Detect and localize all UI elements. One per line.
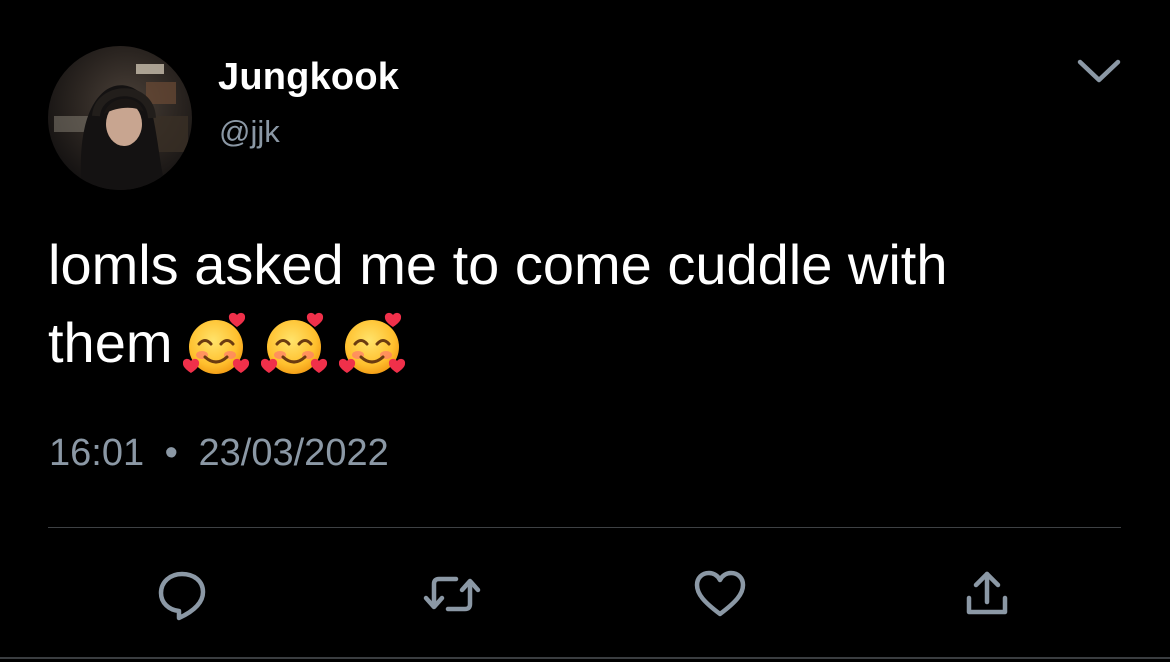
emoji-row (182, 302, 417, 380)
retweet-button[interactable] (420, 562, 484, 626)
heart-icon (694, 570, 746, 617)
reply-button[interactable] (150, 562, 214, 626)
share-button[interactable] (955, 562, 1019, 626)
tweet-text-line-2: them (48, 304, 1118, 386)
smiling-face-with-hearts-icon (182, 313, 249, 375)
tweet-time: 16:01 (49, 432, 145, 474)
smiling-face-with-hearts-icon (260, 313, 327, 375)
user-handle[interactable]: @jjk (219, 114, 280, 150)
bottom-border (0, 657, 1170, 659)
timestamp-separator: • (164, 432, 178, 474)
action-bar (0, 562, 1170, 626)
avatar[interactable] (48, 46, 192, 190)
share-icon (966, 571, 1008, 615)
reply-icon (158, 571, 206, 621)
like-button[interactable] (688, 562, 752, 626)
tweet-date: 23/03/2022 (198, 432, 389, 474)
display-name[interactable]: Jungkook (218, 56, 399, 99)
tweet: Jungkook @jjk lomls asked me to come cud… (0, 0, 1170, 662)
smiling-face-with-hearts-icon (338, 313, 405, 375)
divider (48, 527, 1121, 528)
tweet-text-line-1: lomls asked me to come cuddle with (48, 233, 948, 296)
tweet-text: lomls asked me to come cuddle with them (48, 226, 1118, 386)
retweet-icon (423, 576, 481, 612)
profile-photo-icon (54, 64, 188, 190)
chevron-down-icon[interactable] (1072, 54, 1126, 88)
tweet-text-line-2-text: them (48, 311, 173, 374)
timestamp[interactable]: 16:01 • 23/03/2022 (49, 432, 389, 475)
